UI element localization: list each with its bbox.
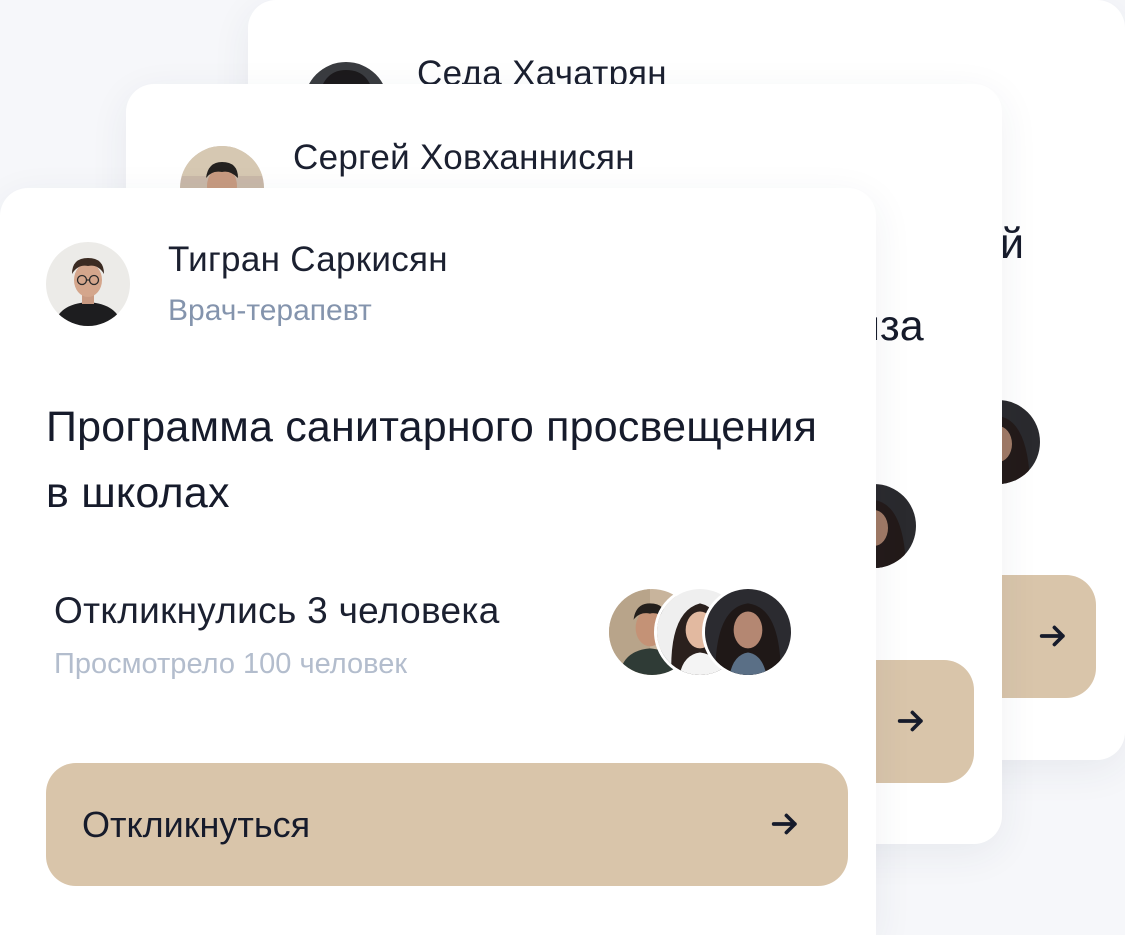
vacancy-title-line: в школах: [46, 469, 230, 517]
arrow-right-icon: [771, 813, 797, 835]
author-name: Сергей Ховханнисян: [293, 138, 635, 177]
author-name: Тигран Саркисян: [168, 240, 448, 279]
vacancy-title-line: Программа санитарного просвещения: [46, 403, 818, 451]
vacancy-title: Программа санитарного просвещения в школ…: [46, 394, 876, 526]
respond-button[interactable]: Откликнуться: [46, 763, 848, 886]
views-count: Просмотрело 100 человек: [54, 648, 408, 680]
arrow-right-icon: [897, 710, 923, 732]
respondent-avatar: [702, 586, 794, 678]
responded-count: Откликнулись 3 человека: [54, 590, 500, 631]
respondent-avatars: [606, 586, 796, 678]
author-avatar: [46, 242, 130, 326]
respond-button-label: Откликнуться: [82, 803, 311, 845]
author-role: Врач-терапевт: [168, 294, 372, 327]
vacancy-title: й: [1000, 220, 1025, 268]
vacancy-card: Тигран Саркисян Врач-терапевт Программа …: [0, 188, 876, 935]
arrow-right-icon: [1039, 625, 1065, 647]
